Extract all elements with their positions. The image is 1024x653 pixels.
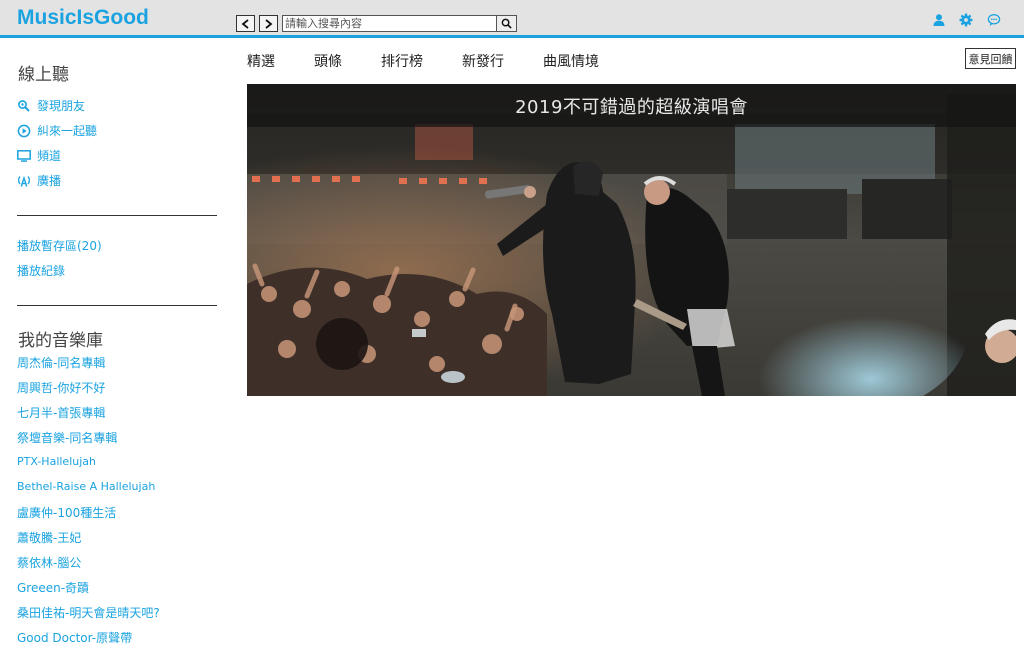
forward-button[interactable] — [259, 15, 278, 32]
library-item[interactable]: 蕭敬騰-王妃 — [17, 529, 81, 546]
broadcast-icon — [17, 174, 31, 188]
chevron-left-icon — [241, 18, 249, 29]
search-input[interactable] — [283, 16, 497, 31]
feedback-button[interactable]: 意見回饋 — [965, 48, 1016, 69]
sidebar-item-label: 糾來一起聽 — [37, 124, 98, 138]
search-box — [282, 15, 517, 32]
library-item[interactable]: 桑田佳祐-明天會是晴天吧? — [17, 604, 160, 621]
library-item[interactable]: 周興哲-你好不好 — [17, 379, 105, 396]
library-item[interactable]: 周杰倫-同名專輯 — [17, 354, 105, 371]
sidebar-item-label: 播放暫存區(20) — [17, 239, 102, 253]
sidebar-item-listen-together[interactable]: 糾來一起聽 — [17, 122, 97, 139]
play-circle-icon — [17, 124, 31, 138]
library-item[interactable]: Good Doctor-原聲帶 — [17, 629, 132, 646]
sidebar-item-label: 廣播 — [37, 174, 62, 188]
concert-photo — [247, 84, 1016, 396]
gear-icon[interactable] — [959, 13, 973, 27]
tab-headlines[interactable]: 頭條 — [314, 51, 342, 71]
library-item[interactable]: Greeen-奇蹟 — [17, 579, 89, 596]
library-item[interactable]: 盧廣仲-100種生活 — [17, 504, 116, 521]
library-heading: 我的音樂庫 — [18, 331, 103, 351]
tab-new-releases[interactable]: 新發行 — [462, 51, 504, 71]
sidebar-divider — [17, 305, 217, 306]
online-heading: 線上聽 — [18, 65, 69, 85]
sidebar-divider — [17, 215, 217, 216]
library-item[interactable]: 祭壇音樂-同名專輯 — [17, 429, 117, 446]
banner-title: 2019不可錯過的超級演唱會 — [515, 96, 748, 118]
sidebar-item-find-friends[interactable]: 發現朋友 — [17, 97, 85, 114]
sidebar-item-channels[interactable]: 頻道 — [17, 147, 61, 164]
tab-featured[interactable]: 精選 — [247, 51, 275, 71]
tab-charts[interactable]: 排行榜 — [381, 51, 423, 71]
chevron-right-icon — [265, 18, 273, 29]
monitor-icon — [17, 149, 31, 163]
back-button[interactable] — [236, 15, 255, 32]
sidebar-item-play-history[interactable]: 播放紀錄 — [17, 262, 65, 279]
tab-genres-moods[interactable]: 曲風情境 — [543, 51, 599, 71]
featured-banner[interactable]: 2019不可錯過的超級演唱會 — [247, 84, 1016, 396]
library-item[interactable]: PTX-Hallelujah — [17, 455, 96, 468]
sidebar-item-play-queue[interactable]: 播放暫存區(20) — [17, 237, 102, 254]
library-item[interactable]: 蔡依林-腦公 — [17, 554, 81, 571]
top-bar: MusicIsGood — [0, 0, 1024, 38]
search-user-icon — [17, 99, 31, 113]
sidebar-item-broadcast[interactable]: 廣播 — [17, 172, 61, 189]
chat-icon[interactable] — [987, 13, 1001, 27]
library-item[interactable]: Bethel-Raise A Hallelujah — [17, 480, 155, 493]
app-logo[interactable]: MusicIsGood — [17, 6, 149, 30]
sidebar-item-label: 發現朋友 — [37, 99, 86, 113]
search-icon — [501, 18, 512, 29]
search-button[interactable] — [496, 16, 516, 31]
sidebar-item-label: 頻道 — [37, 149, 62, 163]
banner-title-bar: 2019不可錯過的超級演唱會 — [247, 84, 1016, 127]
library-item[interactable]: 七月半-首張專輯 — [17, 404, 105, 421]
user-icon[interactable] — [932, 13, 946, 27]
sidebar-item-label: 播放紀錄 — [17, 264, 66, 278]
